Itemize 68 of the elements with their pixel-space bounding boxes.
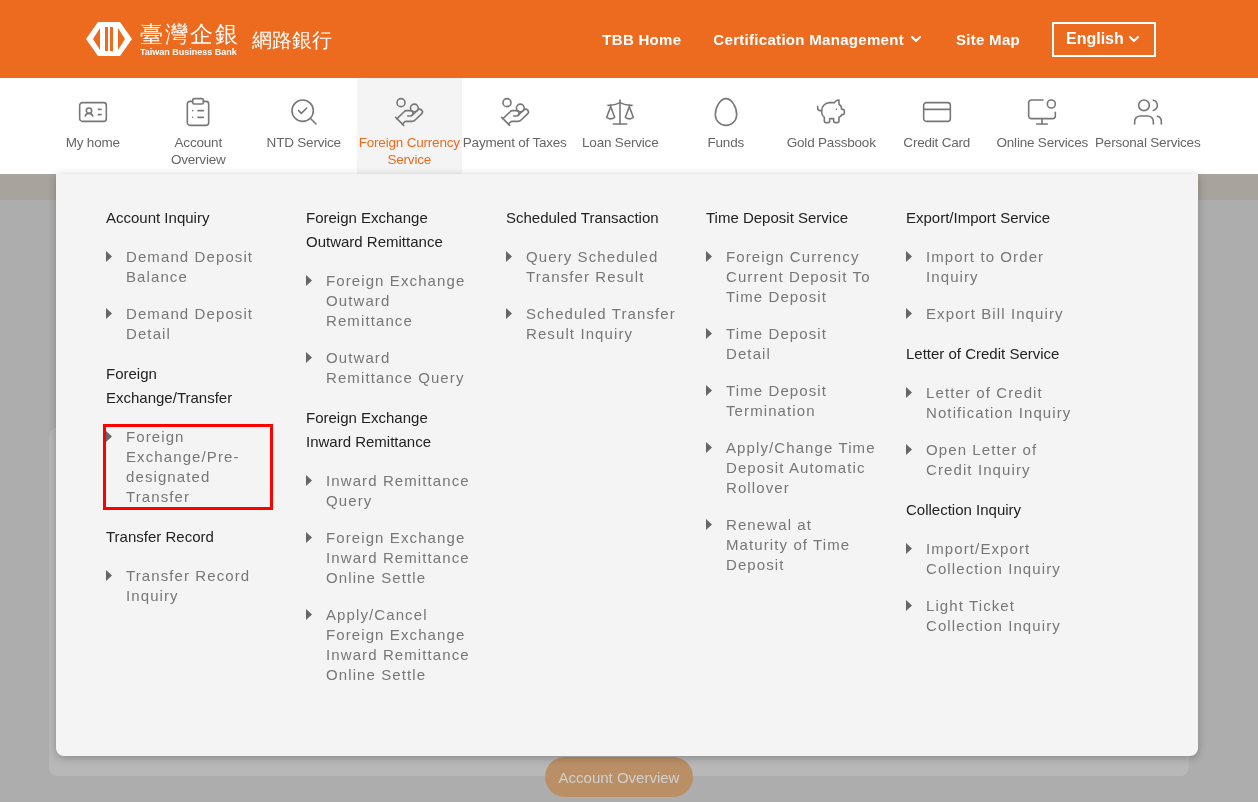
menu-item[interactable]: Light Ticket Collection Inquiry <box>906 596 1086 636</box>
triangle-icon <box>106 251 112 262</box>
triangle-icon <box>106 570 112 581</box>
logo-subtitle: Taiwan Business Bank <box>140 46 238 58</box>
menu-item[interactable]: Time Deposit Termination <box>706 381 886 421</box>
menu-item[interactable]: Inward Remittance Query <box>306 471 486 511</box>
triangle-icon <box>306 532 312 543</box>
menu-heading: Account Inquiry <box>106 208 211 228</box>
people-icon <box>1131 96 1164 128</box>
header-link[interactable]: TBB Home <box>602 30 682 48</box>
logo-name: 臺灣企銀 <box>140 20 240 47</box>
triangle-icon <box>906 600 912 611</box>
hand-coins-icon <box>498 96 531 128</box>
menu-heading: Time Deposit Service <box>706 208 849 228</box>
menu-heading: Foreign Exchange/Transfer <box>106 364 234 408</box>
menu-heading: Scheduled Transaction <box>506 208 660 228</box>
menu-item[interactable]: Foreign Exchange/Pre-designated Transfer <box>106 427 270 507</box>
menu-item[interactable]: Renewal at Maturity of Time Deposit <box>706 515 886 575</box>
menu-item[interactable]: Demand Deposit Detail <box>106 304 286 344</box>
menu-item[interactable]: Scheduled Transfer Result Inquiry <box>506 304 686 344</box>
menu-item[interactable]: Outward Remittance Query <box>306 348 486 388</box>
triangle-icon <box>306 475 312 486</box>
triangle-icon <box>706 442 712 453</box>
triangle-icon <box>706 519 712 530</box>
triangle-icon <box>906 308 912 319</box>
language-select[interactable]: English <box>1052 21 1156 57</box>
menu-item[interactable]: Foreign Exchange Outward Remittance <box>306 271 486 331</box>
menu-item[interactable]: Apply/Cancel Foreign Exchange Inward Remittance Online Settle <box>306 605 486 685</box>
menu-heading: Collection Inquiry <box>906 500 1023 520</box>
menu-item[interactable]: Query Scheduled Transfer Result <box>506 247 686 287</box>
triangle-icon <box>306 609 312 620</box>
hand-coins-icon <box>393 96 426 128</box>
triangle-icon <box>706 385 712 396</box>
menu-item[interactable]: Foreign Currency Current Deposit To Time Deposit <box>706 247 886 307</box>
menu-heading: Foreign Exchange Outward Remittance <box>306 208 444 252</box>
nav-tab[interactable]: Foreign Currency Service <box>356 78 462 174</box>
menu-item[interactable]: Transfer Record Inquiry <box>106 566 286 606</box>
menu-heading: Export/Import Service <box>906 208 1052 228</box>
menu-item[interactable]: Time Deposit Detail <box>706 324 886 364</box>
triangle-icon <box>706 251 712 262</box>
menu-item[interactable]: Foreign Exchange Inward Remittance Online Settle <box>306 528 486 588</box>
monitor-icon <box>1026 96 1059 128</box>
menu-item[interactable]: Demand Deposit Balance <box>106 247 286 287</box>
menu-heading: Transfer Record <box>106 527 215 547</box>
triangle-icon <box>506 251 512 262</box>
triangle-icon <box>306 352 312 363</box>
triangle-icon <box>106 431 112 442</box>
triangle-icon <box>906 251 912 262</box>
triangle-icon <box>906 387 912 398</box>
menu-item[interactable]: Export Bill Inquiry <box>906 304 1086 324</box>
menu-heading: Foreign Exchange Inward Remittance <box>306 408 433 452</box>
triangle-icon <box>506 308 512 319</box>
logo-icon <box>86 22 132 56</box>
triangle-icon <box>306 275 312 286</box>
triangle-icon <box>906 543 912 554</box>
header-link[interactable]: Site Map <box>955 30 1020 48</box>
triangle-icon <box>106 308 112 319</box>
triangle-icon <box>906 444 912 455</box>
scales-icon <box>604 96 637 128</box>
menu-item[interactable]: Apply/Change Time Deposit Automatic Rollover <box>706 438 886 498</box>
menu-item[interactable]: Import/Export Collection Inquiry <box>906 539 1086 579</box>
product-name: 網路銀行 <box>252 27 332 53</box>
menu-item[interactable]: Open Letter of Credit Inquiry <box>906 440 1086 480</box>
menu-heading: Letter of Credit Service <box>906 344 1061 364</box>
triangle-icon <box>706 328 712 339</box>
header-link[interactable]: Certification Management <box>713 30 924 48</box>
menu-item[interactable]: Letter of Credit Notification Inquiry <box>906 383 1086 423</box>
menu-item[interactable]: Import to Order Inquiry <box>906 247 1086 287</box>
